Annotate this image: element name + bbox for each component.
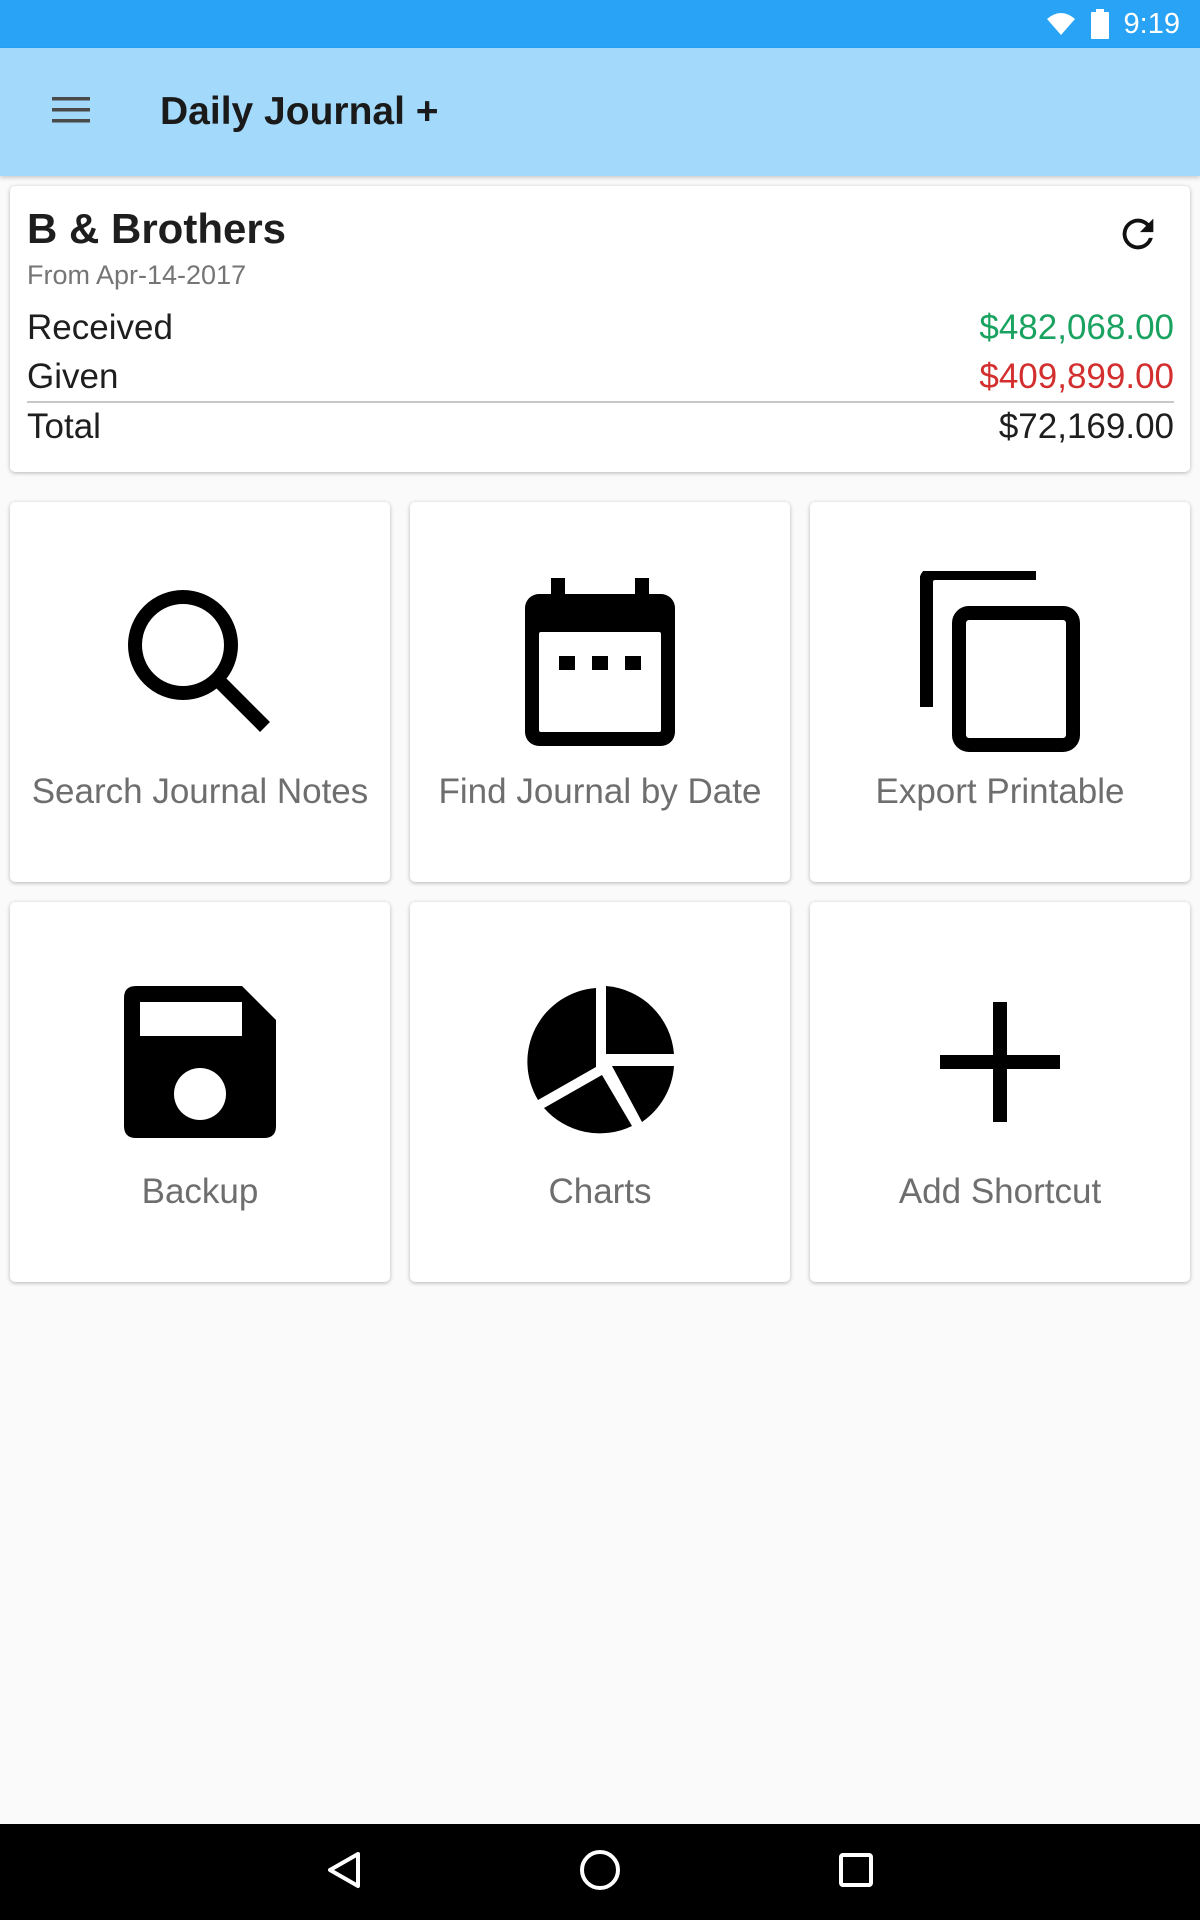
- save-icon: [10, 972, 390, 1152]
- status-bar: 9:19: [0, 0, 1200, 48]
- back-icon: [326, 1850, 362, 1895]
- received-value: $482,068.00: [979, 307, 1174, 347]
- received-row: Received $482,068.00: [27, 303, 1174, 352]
- total-value: $72,169.00: [998, 406, 1174, 446]
- search-icon: [10, 572, 390, 752]
- tile-label: Search Journal Notes: [31, 772, 369, 811]
- total-label: Total: [27, 406, 101, 446]
- find-journal-by-date-tile[interactable]: Find Journal by Date: [410, 502, 790, 882]
- given-value: $409,899.00: [979, 356, 1174, 396]
- tile-label: Add Shortcut: [898, 1172, 1102, 1211]
- status-time: 9:19: [1123, 7, 1180, 40]
- account-name: B & Brothers: [27, 205, 287, 252]
- pie-chart-icon: [410, 972, 790, 1152]
- export-printable-tile[interactable]: Export Printable: [810, 502, 1190, 882]
- calendar-icon: [410, 572, 790, 752]
- app-title: Daily Journal +: [160, 90, 439, 133]
- recents-icon: [838, 1852, 874, 1893]
- plus-icon: [810, 972, 1190, 1152]
- system-nav-bar: [0, 1824, 1200, 1920]
- home-icon: [578, 1848, 622, 1897]
- refresh-icon: [1115, 211, 1161, 262]
- copy-icon: [810, 571, 1190, 752]
- received-label: Received: [27, 307, 173, 347]
- tile-label: Find Journal by Date: [438, 772, 762, 811]
- summary-rows: Received $482,068.00 Given $409,899.00 T…: [27, 303, 1174, 450]
- charts-tile[interactable]: Charts: [410, 902, 790, 1282]
- recents-button[interactable]: [808, 1824, 904, 1920]
- back-button[interactable]: [296, 1824, 392, 1920]
- battery-icon: [1090, 9, 1110, 39]
- wifi-icon: [1046, 11, 1076, 37]
- menu-button[interactable]: [36, 76, 108, 148]
- from-date: From Apr-14-2017: [27, 260, 247, 291]
- tile-label: Backup: [141, 1172, 259, 1211]
- refresh-button[interactable]: [1106, 204, 1170, 268]
- hamburger-menu-icon: [52, 96, 92, 129]
- tile-label: Charts: [548, 1172, 652, 1211]
- add-shortcut-tile[interactable]: Add Shortcut: [810, 902, 1190, 1282]
- search-journal-notes-tile[interactable]: Search Journal Notes: [10, 502, 390, 882]
- app-bar: Daily Journal +: [0, 48, 1200, 176]
- given-row: Given $409,899.00: [27, 352, 1174, 401]
- total-row: Total $72,169.00: [27, 401, 1174, 450]
- account-summary-card[interactable]: B & Brothers From Apr-14-2017 Received $…: [10, 186, 1190, 472]
- given-label: Given: [27, 356, 119, 396]
- home-button[interactable]: [552, 1824, 648, 1920]
- backup-tile[interactable]: Backup: [10, 902, 390, 1282]
- tile-label: Export Printable: [875, 772, 1125, 811]
